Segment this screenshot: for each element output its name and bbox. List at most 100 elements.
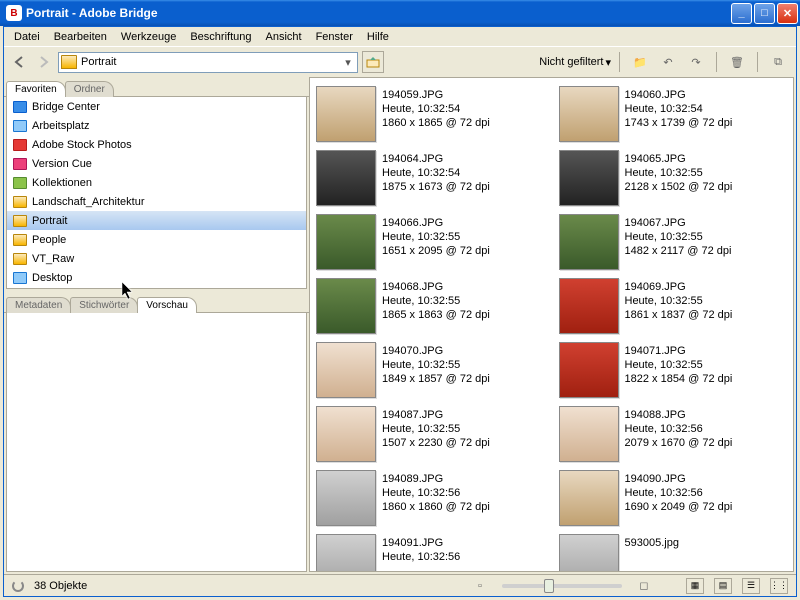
file-item[interactable]: 194064.JPGHeute, 10:32:541875 x 1673 @ 7… [314, 148, 547, 208]
left-panel: Favoriten Ordner Bridge Center Arbeitspla… [4, 77, 309, 574]
file-item[interactable]: 194087.JPGHeute, 10:32:551507 x 2230 @ 7… [314, 404, 547, 464]
path-box[interactable]: Portrait ▾ [58, 52, 358, 73]
view-versions-button[interactable]: ⋮⋮ [770, 578, 788, 594]
minimize-button[interactable]: _ [731, 3, 752, 24]
file-meta: 593005.jpg [625, 534, 679, 550]
rotate-ccw-button[interactable]: ↶ [658, 52, 678, 72]
file-item[interactable]: 593005.jpg [557, 532, 790, 572]
tab-vorschau[interactable]: Vorschau [137, 297, 197, 313]
sidebar-item-landschaft-architektur[interactable]: Landschaft_Architektur [7, 192, 306, 211]
menu-hilfe[interactable]: Hilfe [361, 29, 395, 45]
file-item[interactable]: 194070.JPGHeute, 10:32:551849 x 1857 @ 7… [314, 340, 547, 400]
sidebar-item-adobe-stock-photos[interactable]: Adobe Stock Photos [7, 135, 306, 154]
file-name: 194064.JPG [382, 152, 490, 166]
sidebar-item-label: Bridge Center [32, 101, 100, 113]
thumbnail[interactable] [316, 214, 376, 270]
forward-button[interactable] [34, 52, 54, 72]
tab-favoriten[interactable]: Favoriten [6, 81, 66, 97]
thumb-large-icon[interactable]: ◻ [634, 576, 654, 596]
file-item[interactable]: 194065.JPGHeute, 10:32:552128 x 1502 @ 7… [557, 148, 790, 208]
rotate-cw-button[interactable]: ↷ [686, 52, 706, 72]
file-dimensions: 1875 x 1673 @ 72 dpi [382, 180, 490, 194]
thumbnail[interactable] [316, 534, 376, 572]
content-area[interactable]: 194059.JPGHeute, 10:32:541860 x 1865 @ 7… [309, 77, 794, 572]
file-item[interactable]: 194069.JPGHeute, 10:32:551861 x 1837 @ 7… [557, 276, 790, 336]
file-date: Heute, 10:32:55 [382, 294, 490, 308]
menu-beschriftung[interactable]: Beschriftung [184, 29, 257, 45]
menu-ansicht[interactable]: Ansicht [260, 29, 308, 45]
file-dimensions: 1861 x 1837 @ 72 dpi [625, 308, 733, 322]
thumbnail[interactable] [316, 278, 376, 334]
file-item[interactable]: 194066.JPGHeute, 10:32:551651 x 2095 @ 7… [314, 212, 547, 272]
folder-icon [61, 55, 77, 69]
sidebar-item-version-cue[interactable]: Version Cue [7, 154, 306, 173]
thumbnail[interactable] [559, 470, 619, 526]
thumbnail[interactable] [559, 214, 619, 270]
thumbnail[interactable] [559, 406, 619, 462]
sidebar-item-desktop[interactable]: Desktop [7, 268, 306, 287]
view-filmstrip-button[interactable]: ▤ [714, 578, 732, 594]
file-item[interactable]: 194089.JPGHeute, 10:32:561860 x 1860 @ 7… [314, 468, 547, 528]
folder-icon [13, 234, 27, 246]
file-item[interactable]: 194071.JPGHeute, 10:32:551822 x 1854 @ 7… [557, 340, 790, 400]
file-item[interactable]: 194060.JPGHeute, 10:32:541743 x 1739 @ 7… [557, 84, 790, 144]
sidebar-item-people[interactable]: People [7, 230, 306, 249]
file-item[interactable]: 194067.JPGHeute, 10:32:551482 x 2117 @ 7… [557, 212, 790, 272]
tab-metadaten[interactable]: Metadaten [6, 297, 71, 313]
compact-mode-button[interactable]: ⧉ [768, 52, 788, 72]
file-name: 593005.jpg [625, 536, 679, 550]
thumbnail[interactable] [316, 150, 376, 206]
thumbnail[interactable] [559, 342, 619, 398]
view-details-button[interactable]: ☰ [742, 578, 760, 594]
sidebar-item-label: People [32, 234, 66, 246]
sidebar-item-portrait[interactable]: Portrait [7, 211, 306, 230]
file-date: Heute, 10:32:56 [382, 550, 460, 564]
new-folder-button[interactable]: 📁 [630, 52, 650, 72]
sidebar-item-label: Desktop [32, 272, 72, 284]
delete-button[interactable]: 🗑 [727, 52, 747, 72]
tab-ordner[interactable]: Ordner [65, 81, 114, 97]
thumbnail[interactable] [316, 470, 376, 526]
close-button[interactable]: ✕ [777, 3, 798, 24]
slider-knob[interactable] [544, 579, 554, 593]
file-name: 194068.JPG [382, 280, 490, 294]
maximize-button[interactable]: □ [754, 3, 775, 24]
thumbnail-size-slider[interactable] [502, 584, 622, 588]
file-meta: 194065.JPGHeute, 10:32:552128 x 1502 @ 7… [625, 150, 733, 194]
thumbnail[interactable] [559, 278, 619, 334]
thumbnail[interactable] [559, 150, 619, 206]
file-item[interactable]: 194090.JPGHeute, 10:32:561690 x 2049 @ 7… [557, 468, 790, 528]
path-dropdown-icon[interactable]: ▾ [341, 56, 355, 69]
titlebar: B Portrait - Adobe Bridge _ □ ✕ [0, 0, 800, 26]
file-name: 194069.JPG [625, 280, 733, 294]
thumb-small-icon[interactable]: ▫ [470, 576, 490, 596]
sidebar-item-label: Version Cue [32, 158, 92, 170]
menu-fenster[interactable]: Fenster [310, 29, 359, 45]
folder-icon [13, 253, 27, 265]
view-thumbnails-button[interactable]: ▦ [686, 578, 704, 594]
file-date: Heute, 10:32:55 [625, 230, 732, 244]
file-item[interactable]: 194059.JPGHeute, 10:32:541860 x 1865 @ 7… [314, 84, 547, 144]
thumbnail[interactable] [316, 86, 376, 142]
file-item[interactable]: 194091.JPGHeute, 10:32:56 [314, 532, 547, 572]
thumbnail[interactable] [559, 86, 619, 142]
sidebar-item-bridge-center[interactable]: Bridge Center [7, 97, 306, 116]
thumbnail[interactable] [316, 342, 376, 398]
sidebar-item-arbeitsplatz[interactable]: Arbeitsplatz [7, 116, 306, 135]
file-item[interactable]: 194088.JPGHeute, 10:32:562079 x 1670 @ 7… [557, 404, 790, 464]
menu-werkzeuge[interactable]: Werkzeuge [115, 29, 182, 45]
menu-bearbeiten[interactable]: Bearbeiten [48, 29, 113, 45]
filter-dropdown[interactable]: Nicht gefiltert▾ [539, 56, 611, 69]
file-dimensions: 1860 x 1860 @ 72 dpi [382, 500, 490, 514]
thumbnail[interactable] [559, 534, 619, 572]
file-item[interactable]: 194068.JPGHeute, 10:32:551865 x 1863 @ 7… [314, 276, 547, 336]
sidebar-item-vt-raw[interactable]: VT_Raw [7, 249, 306, 268]
up-folder-button[interactable] [362, 51, 384, 73]
sidebar-item-kollektionen[interactable]: Kollektionen [7, 173, 306, 192]
file-date: Heute, 10:32:54 [382, 102, 490, 116]
thumbnail[interactable] [316, 406, 376, 462]
menu-datei[interactable]: Datei [8, 29, 46, 45]
tab-stichwoerter[interactable]: Stichwörter [70, 297, 138, 313]
app-icon [13, 272, 27, 284]
back-button[interactable] [10, 52, 30, 72]
